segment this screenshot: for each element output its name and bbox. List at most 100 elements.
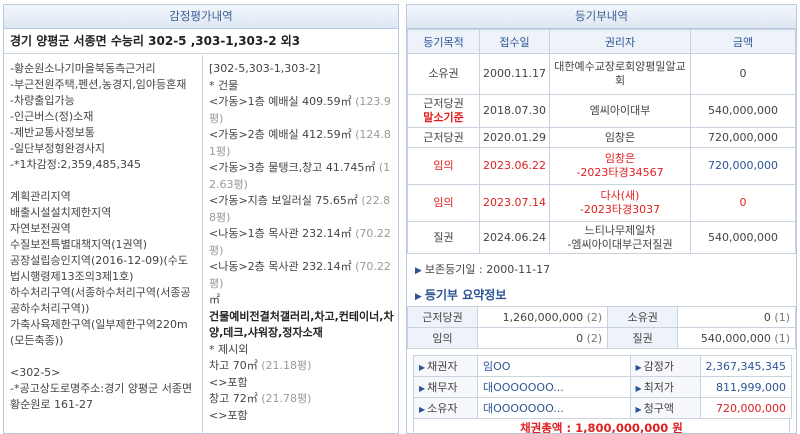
appraisal-note-line: 수질보전특별대책지역(1권역) [10, 238, 148, 251]
purpose: 소유권 [428, 67, 459, 80]
table-row: 근저당권 2020.01.29 임창은 720,000,000 [407, 127, 796, 148]
purpose: 임의 [433, 196, 454, 209]
price-key: 청구액 [643, 402, 675, 415]
appraisal-note-line: -인근버스(정)소재 [10, 110, 94, 123]
appraisal-panel: 감정평가내역 경기 양평군 서종면 수능리 302-5 ,303-1,303-2… [3, 4, 399, 434]
party-value[interactable]: 대OOOOOOO... [477, 397, 631, 419]
summary-count: (1) [774, 310, 790, 324]
appraisal-note-line: 하수처리구역(서종하수처리구역(서종공공하수처리구역)) [10, 286, 191, 315]
col-date: 접수일 [479, 29, 550, 54]
amount-cell: 720,000,000 [690, 147, 796, 185]
appraisal-note-line: 가축사육제한구역(일부제한구역220m(모든축종)) [10, 318, 188, 347]
holder: 다사(새) -2023타경3037 [579, 189, 661, 216]
summary-table: 근저당권 1,260,000,000 (2) 소유권 0 (1) 임의 0 (2) 질권 54… [407, 306, 796, 349]
preserve-date: 보존등기일 : 2000-11-17 [424, 263, 551, 276]
summary-value: 0 (2) [476, 327, 609, 349]
appraisal-note-line: -황순원소나기마을북동측근거리 [10, 62, 156, 75]
price-value: 720,000,000 [699, 397, 793, 419]
col-amount: 금액 [690, 29, 796, 54]
appraisal-note-line: <302-5> [10, 366, 61, 379]
building-item-text: ㎡ [209, 293, 220, 306]
amount-cell: 0 [690, 53, 796, 95]
appraisal-header: 감정평가내역 [4, 5, 398, 29]
building-item-text: <나동>2층 목사관 232.14㎡ [209, 260, 352, 273]
summary-count: (1) [774, 331, 790, 345]
party-key: 채권자 [427, 360, 458, 373]
building-item-text: * 건물 [209, 78, 239, 92]
bullet-icon: ▶ [419, 405, 426, 414]
building-item: <가동>지층 보일러실 75.65㎡ (22.88평) [209, 193, 394, 226]
building-item: <>포함 [209, 375, 394, 392]
table-row: 소유권 2000.11.17 대한예수교장로회양평밀알교회 0 [407, 53, 796, 95]
col-holder: 권리자 [549, 29, 691, 54]
appraisal-note-line: 자연보전권역 [10, 222, 71, 235]
summary-amount: 1,260,000,000 [502, 310, 584, 324]
appraisal-note-line: -*공고상도로명주소:경기 양평군 서종면 황순원로 161-27 [10, 382, 193, 411]
price-key: 최저가 [643, 381, 675, 394]
total-claims: 채권총액 : 1,800,000,000 원 [413, 419, 790, 433]
holder: 임창은 [604, 130, 636, 144]
registry-header: 등기부내역 [407, 5, 796, 29]
summary-key: 임의 [407, 327, 478, 349]
building-item: 건물예비전결처갤러리,차고,컨테이너,차양,데크,샤워장,정자소재 [209, 309, 394, 342]
table-row: 임의 2023.07.14 다사(새) -2023타경3037 0 [407, 184, 796, 222]
holder-cell: 대한예수교장로회양평밀알교회 [549, 53, 691, 95]
building-item: <가동>2층 예배실 412.59㎡ (124.81평) [209, 127, 394, 160]
appraisal-note-line: 계획관리지역 [10, 190, 71, 203]
building-item: 차고 70㎡ (21.18평) [209, 358, 394, 375]
col-purpose: 등기목적 [407, 29, 480, 54]
building-item: <나동>1층 목사관 232.14㎡ (70.22평) [209, 226, 394, 259]
building-item-text: <나동>1층 목사관 232.14㎡ [209, 227, 352, 240]
summary-title: 등기부 요약정보 [424, 288, 507, 302]
date-cell: 2023.06.22 [479, 147, 550, 185]
date-cell: 2024.06.24 [479, 221, 550, 254]
building-item: <>포함 [209, 408, 394, 425]
building-item-text: <>포함 [209, 375, 248, 389]
holder-cell: 느티나무제일차 -엠씨아이대부근저질권 [549, 221, 691, 254]
building-item: ㎡ [209, 292, 394, 309]
building-item: <나동>2층 목사관 232.14㎡ (70.22평) [209, 259, 394, 292]
building-item-text: <가동>지층 보일러실 75.65㎡ [209, 194, 358, 207]
preserve-date-line: ▶ 보존등기일 : 2000-11-17 [407, 254, 796, 280]
table-row: 질권 2024.06.24 느티나무제일차 -엠씨아이대부근저질권 540,000,0… [407, 221, 796, 254]
building-item-text: <가동>3층 물탱크,창고 41.745㎡ [209, 161, 376, 174]
registry-panel: 등기부내역 등기목적 접수일 권리자 금액 소유권 2000.11.17 대한예수교… [406, 4, 797, 434]
building-item-text: 차고 70㎡ [209, 359, 258, 372]
party-value[interactable]: 대OOOOOOO... [477, 376, 631, 398]
building-item: 창고 72㎡ (21.78평) [209, 391, 394, 408]
appraisal-note-line: -일단부정형완경사지 [10, 142, 106, 155]
base-note: 말소기준 [423, 111, 464, 124]
date-cell: 2023.07.14 [479, 184, 550, 222]
holder: 엠씨아이대부 [589, 104, 651, 117]
party-key-cell: ▶ 소유자 [413, 397, 478, 419]
appraisal-note-line: -제반교통사정보통 [10, 126, 95, 139]
summary-count: (2) [586, 331, 603, 345]
amount-cell: 0 [690, 184, 796, 222]
purpose-cell: 근저당권 말소기준 [407, 94, 480, 128]
summary-row: 임의 0 (2) 질권 540,000,000 (1) [407, 327, 796, 349]
bullet-icon: ▶ [419, 363, 426, 372]
bullet-icon: ▶ [415, 292, 422, 302]
price-value: 811,999,000 [699, 376, 793, 398]
party-key: 소유자 [427, 402, 458, 415]
price-key-cell: ▶ 최저가 [629, 376, 701, 398]
bullet-icon: ▶ [419, 384, 426, 393]
bullet-icon: ▶ [635, 405, 642, 414]
party-value[interactable]: 임OO [477, 355, 631, 377]
amount-cell: 720,000,000 [690, 127, 796, 148]
building-item-text: * 제시외 [209, 342, 249, 356]
property-address: 경기 양평군 서종면 수능리 302-5 ,303-1,303-2 외3 [4, 29, 398, 54]
building-item-text: <>포함 [209, 408, 248, 422]
date-cell: 2020.01.29 [479, 127, 550, 148]
building-item-area: (21.78평) [261, 392, 312, 405]
holder-cell: 임창은 -2023타경34567 [549, 147, 691, 185]
building-item-text: 건물예비전결처갤러리,차고,컨테이너,차양,데크,샤워장,정자소재 [209, 309, 394, 340]
holder: 임창은 -2023타경34567 [576, 152, 664, 179]
amount-cell: 540,000,000 [690, 221, 796, 254]
party-row: ▶ 소유자 대OOOOOOO... ▶ 청구액 720,000,000 [413, 397, 793, 419]
appraisal-details-right: [302-5,303-1,303-2] * 건물 <가동>1층 예배실 409.59… [203, 55, 398, 433]
summary-count: (2) [586, 310, 603, 324]
holder: 느티나무제일차 -엠씨아이대부근저질권 [567, 223, 673, 251]
building-item: <가동>1층 예배실 409.59㎡ (123.9평) [209, 94, 394, 127]
purpose-cell: 임의 [407, 184, 480, 222]
